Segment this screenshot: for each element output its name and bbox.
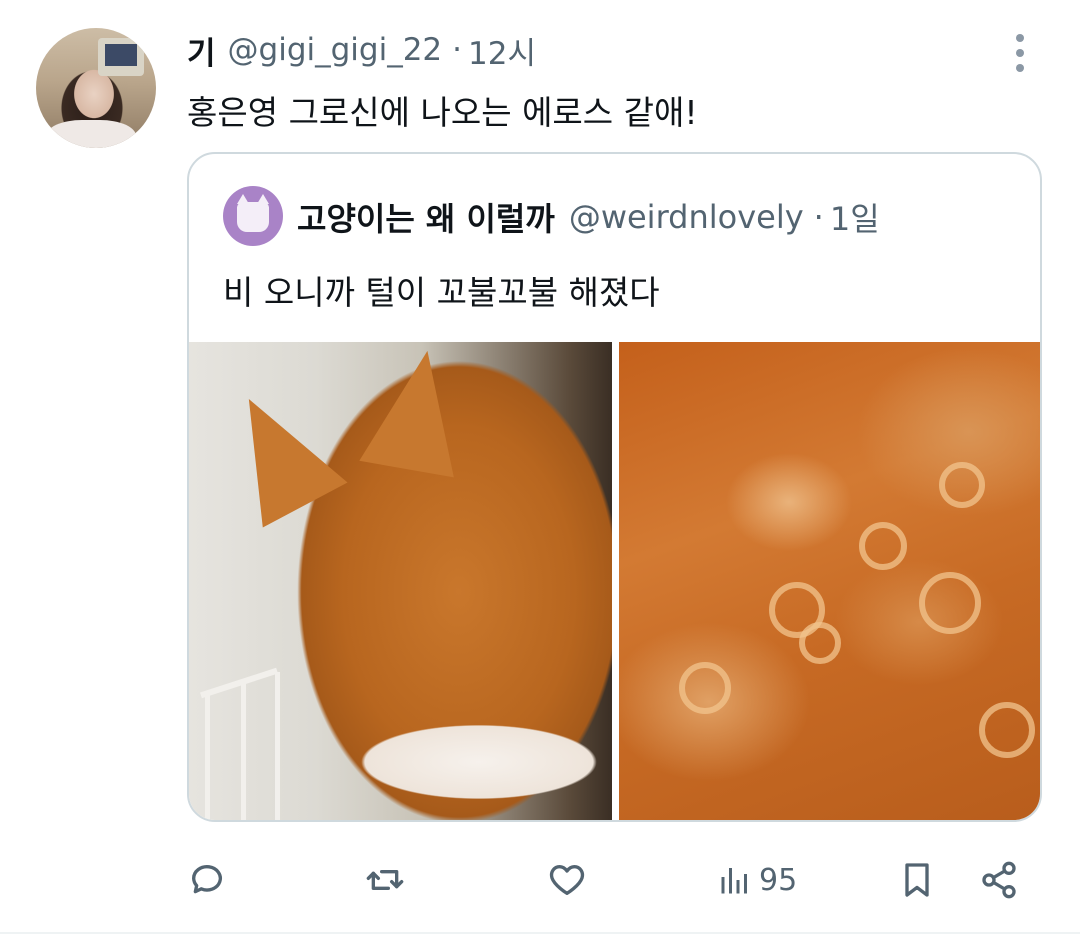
avatar-monitor (98, 38, 144, 76)
fur-curl (799, 622, 841, 664)
tweet-time[interactable]: 12시 (468, 28, 536, 73)
fur-curl (939, 462, 985, 508)
quoted-author-name[interactable]: 고양이는 왜 이럴까 (297, 194, 555, 240)
action-bar: 95 (187, 850, 1037, 910)
retweet-icon (365, 860, 405, 900)
fur-curl (679, 662, 731, 714)
bookmark-icon (897, 860, 937, 900)
railing (275, 672, 280, 822)
cat-ear (359, 343, 474, 478)
quoted-text: 비 오니까 털이 꼬불꼬불 해졌다 (223, 266, 660, 314)
separator-dot: · (814, 198, 824, 236)
reply-icon (187, 860, 227, 900)
fur-curl (919, 572, 981, 634)
fur-curl (859, 522, 907, 570)
author-name[interactable]: 기 (187, 28, 216, 73)
cat-face-icon (237, 202, 269, 232)
reply-button[interactable] (187, 850, 227, 910)
tweet-header: 기 @gigi_gigi_22 · 12시 (187, 28, 536, 72)
like-button[interactable] (547, 850, 587, 910)
avatar-shirt (46, 120, 136, 148)
quoted-photo-curly-fur[interactable] (619, 342, 1042, 822)
retweet-button[interactable] (365, 850, 405, 910)
fur-curl (979, 702, 1035, 758)
quoted-time[interactable]: 1일 (830, 194, 880, 240)
author-avatar[interactable] (36, 28, 156, 148)
share-icon (979, 860, 1019, 900)
railing (205, 692, 210, 822)
views-icon (717, 862, 753, 898)
more-icon[interactable] (1006, 34, 1034, 72)
author-handle[interactable]: @gigi_gigi_22 (228, 32, 443, 68)
views-button[interactable]: 95 (717, 850, 797, 910)
heart-icon (547, 860, 587, 900)
quoted-tweet[interactable]: 고양이는 왜 이럴까 @weirdnlovely · 1일 비 오니까 털이 꼬… (187, 152, 1042, 822)
quoted-header: 고양이는 왜 이럴까 @weirdnlovely · 1일 (297, 194, 880, 240)
share-button[interactable] (979, 850, 1019, 910)
tweet-text: 홍은영 그로신에 나오는 에로스 같애! (187, 86, 698, 134)
bookmark-button[interactable] (897, 850, 937, 910)
photo-background (619, 342, 1042, 822)
views-count: 95 (759, 863, 797, 898)
quoted-author-handle[interactable]: @weirdnlovely (569, 198, 804, 236)
railing (241, 682, 246, 822)
separator-dot: · (452, 32, 462, 68)
quoted-author-avatar[interactable] (223, 186, 283, 246)
quoted-photo-cat-back[interactable] (189, 342, 612, 822)
